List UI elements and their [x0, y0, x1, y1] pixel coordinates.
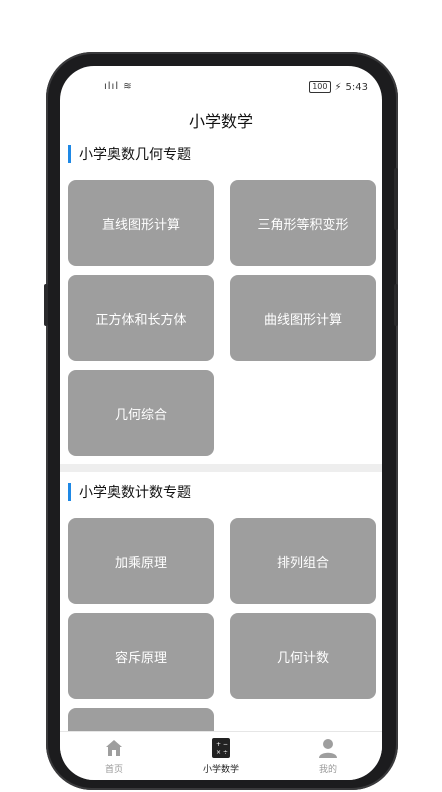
tab-mine-label: 我的: [318, 765, 337, 775]
section-accent-bar: [68, 145, 71, 163]
side-button-left: [44, 284, 48, 326]
app-screen: ılıl ≋ 100 ⚡ 5:43 小学数学 小学奥数几何专题 直线图形计算 三…: [60, 66, 382, 780]
tab-home-label: 首页: [104, 765, 123, 775]
user-icon: [319, 739, 337, 758]
side-button-right-top: [394, 168, 398, 230]
tab-math[interactable]: + − × ÷ 小学数学: [171, 732, 271, 780]
topic-card[interactable]: 几何计数: [230, 613, 376, 699]
section-title-label: 小学奥数几何专题: [79, 147, 191, 163]
topic-card[interactable]: 曲线图形计算: [230, 275, 376, 361]
section-title-counting: 小学奥数计数专题: [68, 482, 191, 502]
calculator-icon: + − × ÷: [212, 738, 230, 758]
tab-mine[interactable]: 我的: [278, 732, 378, 780]
topic-card[interactable]: 正方体和长方体: [68, 275, 214, 361]
page-title: 小学数学: [188, 112, 253, 131]
topic-card[interactable]: 几何综合: [68, 370, 214, 456]
tab-math-label: 小学数学: [202, 765, 239, 775]
topic-card[interactable]: 三角形等积变形: [230, 180, 376, 266]
topic-card[interactable]: 加乘原理: [68, 518, 214, 604]
side-button-right-bottom: [394, 284, 398, 326]
svg-text:× ÷: × ÷: [216, 749, 228, 756]
bottom-tab-bar: 首页 + − × ÷ 小学数学 我的: [60, 731, 382, 780]
topic-card[interactable]: 直线图形计算: [68, 180, 214, 266]
topic-card[interactable]: 排列组合: [230, 518, 376, 604]
section-divider: [60, 464, 382, 472]
section-accent-bar: [68, 483, 71, 501]
svg-text:+ −: + −: [216, 741, 228, 748]
home-icon: [106, 740, 122, 756]
clock: 5:43: [345, 81, 368, 93]
tab-home[interactable]: 首页: [64, 732, 164, 780]
section-title-label: 小学奥数计数专题: [79, 485, 191, 501]
signal-icon: ılıl ≋: [104, 81, 133, 92]
topic-card[interactable]: 容斥原理: [68, 613, 214, 699]
charging-icon: ⚡: [334, 81, 342, 93]
status-bar: ılıl ≋ 100 ⚡ 5:43: [60, 66, 382, 106]
battery-icon: 100: [309, 81, 331, 93]
section-title-geometry: 小学奥数几何专题: [68, 144, 191, 164]
